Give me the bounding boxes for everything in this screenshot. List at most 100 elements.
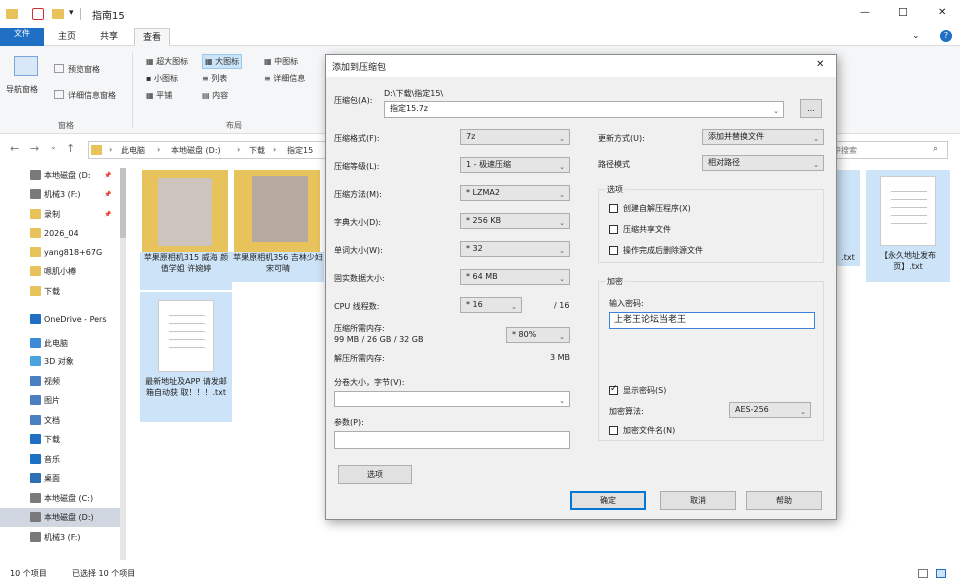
details-pane-button[interactable]: 详细信息窗格 bbox=[68, 90, 116, 101]
close-button[interactable]: ✕ bbox=[938, 7, 946, 18]
delete-checkbox[interactable] bbox=[609, 246, 618, 255]
layout-large[interactable]: ▦ 大图标 bbox=[202, 54, 243, 69]
sidebar-item[interactable]: OneDrive - Pers bbox=[0, 310, 120, 329]
nav-pane-button[interactable]: 导航窗格 bbox=[6, 84, 38, 95]
sfx-checkbox[interactable] bbox=[609, 204, 618, 213]
enc-method-select[interactable]: AES-256 ⌄ bbox=[729, 402, 811, 418]
folder-thumbnail[interactable] bbox=[142, 170, 228, 252]
sidebar-item[interactable]: 2026_04 bbox=[0, 224, 120, 243]
layout-small[interactable]: ▪ 小图标 bbox=[146, 73, 178, 84]
search-box[interactable]: 中搜索 ⌕ bbox=[828, 141, 948, 159]
sidebar-item[interactable]: 音乐 bbox=[0, 450, 120, 469]
archive-name-combo[interactable]: 指定15.7z ⌄ bbox=[384, 101, 784, 118]
help-icon[interactable]: ? bbox=[940, 30, 952, 42]
sidebar-item-label: 桌面 bbox=[44, 474, 60, 483]
folder-thumbnail[interactable] bbox=[234, 170, 320, 252]
mem-percent-value: * 80% bbox=[512, 330, 537, 339]
password-input[interactable]: 上老王论坛当老王 bbox=[609, 312, 815, 329]
sidebar-item-label: 机械3 (F:) bbox=[44, 190, 81, 199]
ok-button[interactable]: 确定 bbox=[570, 491, 646, 510]
file-label[interactable]: 苹果原相机315 威海 颜值学姐 许婉婷 bbox=[140, 252, 232, 290]
sidebar-scrollbar[interactable] bbox=[120, 168, 126, 560]
properties-icon[interactable] bbox=[32, 8, 44, 20]
large-icons-view-icon[interactable] bbox=[936, 569, 946, 578]
path-select[interactable]: 相对路径 ⌄ bbox=[702, 155, 824, 171]
help-button[interactable]: 帮助 bbox=[746, 491, 822, 510]
sidebar-item[interactable]: 3D 对象 bbox=[0, 352, 120, 371]
sidebar-item-icon bbox=[30, 247, 41, 257]
details-view-icon[interactable] bbox=[918, 569, 928, 578]
breadcrumb-this-pc[interactable]: 此电脑 bbox=[121, 145, 145, 156]
layout-content[interactable]: ▤ 内容 bbox=[202, 90, 228, 101]
tab-share[interactable]: 共享 bbox=[92, 28, 126, 46]
qat-dropdown-icon[interactable]: ▾ bbox=[69, 8, 74, 18]
cpu-select[interactable]: * 16 ⌄ bbox=[460, 297, 522, 313]
sidebar-item[interactable]: yang818+67G bbox=[0, 243, 120, 262]
shared-checkbox[interactable] bbox=[609, 225, 618, 234]
breadcrumb-downloads[interactable]: 下载 bbox=[249, 145, 265, 156]
maximize-button[interactable]: ☐ bbox=[898, 6, 908, 19]
item-count: 10 个项目 bbox=[10, 569, 47, 578]
recent-dropdown[interactable]: ⌄ bbox=[50, 142, 57, 151]
nav-pane-icon[interactable] bbox=[14, 56, 38, 76]
options-button[interactable]: 选项 bbox=[338, 465, 412, 484]
minimize-button[interactable]: — bbox=[860, 7, 870, 18]
tab-file[interactable]: 文件 bbox=[0, 28, 44, 46]
forward-button[interactable]: → bbox=[30, 142, 39, 155]
method-select[interactable]: * LZMA2 ⌄ bbox=[460, 185, 570, 201]
split-size-combo[interactable]: ⌄ bbox=[334, 391, 570, 407]
layout-medium[interactable]: ▦ 中图标 bbox=[264, 56, 298, 67]
browse-button[interactable]: ... bbox=[800, 99, 822, 118]
layout-list[interactable]: ≡ 列表 bbox=[202, 73, 227, 84]
txt-file[interactable]: .txt bbox=[836, 170, 860, 266]
level-select[interactable]: 1 - 极速压缩 ⌄ bbox=[460, 157, 570, 173]
breadcrumb-disk-d[interactable]: 本地磁盘 (D:) bbox=[171, 145, 221, 156]
address-box[interactable]: › 此电脑 › 本地磁盘 (D:) › 下载 › 指定15 bbox=[88, 141, 328, 159]
layout-details[interactable]: ≡ 详细信息 bbox=[264, 73, 305, 84]
pin-icon: 📌 bbox=[104, 191, 112, 198]
sidebar-item[interactable]: 图片 bbox=[0, 391, 120, 410]
sidebar-item[interactable]: 录制 📌 bbox=[0, 205, 120, 224]
new-folder-icon[interactable] bbox=[52, 9, 64, 19]
dict-select[interactable]: * 256 KB ⌄ bbox=[460, 213, 570, 229]
scrollbar-thumb[interactable] bbox=[120, 168, 126, 238]
cancel-button[interactable]: 取消 bbox=[660, 491, 736, 510]
sidebar-item[interactable]: 机械3 (F:) bbox=[0, 528, 120, 547]
format-select[interactable]: 7z ⌄ bbox=[460, 129, 570, 145]
ribbon-tabs: 文件 主页 共享 查看 ⌄ ? bbox=[0, 28, 960, 46]
params-input[interactable] bbox=[334, 431, 570, 449]
tab-home[interactable]: 主页 bbox=[50, 28, 84, 46]
photo-thumbnail bbox=[252, 176, 308, 242]
encrypt-names-checkbox[interactable] bbox=[609, 426, 618, 435]
sidebar-item[interactable]: 视频 bbox=[0, 372, 120, 391]
tab-view[interactable]: 查看 bbox=[134, 28, 171, 46]
up-button[interactable]: ↑ bbox=[66, 142, 75, 155]
solid-select[interactable]: * 64 MB ⌄ bbox=[460, 269, 570, 285]
sidebar-item[interactable]: 嗯肌小樽 bbox=[0, 262, 120, 281]
back-button[interactable]: ← bbox=[10, 142, 19, 155]
sidebar-item-icon bbox=[30, 473, 41, 483]
sidebar-item[interactable]: 本地磁盘 (C:) bbox=[0, 489, 120, 508]
breadcrumb-current[interactable]: 指定15 bbox=[287, 145, 313, 156]
sidebar-item[interactable]: 此电脑 bbox=[0, 334, 120, 353]
update-select[interactable]: 添加并替换文件 ⌄ bbox=[702, 129, 824, 145]
mem-percent-select[interactable]: * 80% ⌄ bbox=[506, 327, 570, 343]
sidebar-item[interactable]: 桌面 bbox=[0, 469, 120, 488]
file-label[interactable]: 苹果原相机356 吉林少妇 宋可晴 bbox=[232, 252, 324, 282]
dialog-close-button[interactable]: ✕ bbox=[816, 59, 824, 70]
layout-tiles[interactable]: ▦ 平铺 bbox=[146, 90, 172, 101]
collapse-ribbon-icon[interactable]: ⌄ bbox=[912, 31, 920, 41]
txt-file[interactable]: 最新地址及APP 请发邮箱自动获 取！！！.txt bbox=[140, 292, 232, 422]
txt-file[interactable]: 【永久地址发布 页】.txt bbox=[866, 170, 950, 282]
sidebar-item[interactable]: 机械3 (F:) 📌 bbox=[0, 185, 120, 204]
text-file-icon bbox=[158, 300, 214, 372]
show-password-checkbox[interactable] bbox=[609, 384, 618, 395]
sidebar-item[interactable]: 本地磁盘 (D:) bbox=[0, 508, 120, 527]
sidebar-item[interactable]: 下载 bbox=[0, 430, 120, 449]
preview-pane-button[interactable]: 预览窗格 bbox=[68, 64, 100, 75]
sidebar-item[interactable]: 本地磁盘 (D: 📌 bbox=[0, 166, 120, 185]
sidebar-item[interactable]: 文档 bbox=[0, 411, 120, 430]
sidebar-item[interactable]: 下载 bbox=[0, 282, 120, 301]
layout-extra-large[interactable]: ▦ 超大图标 bbox=[146, 56, 188, 67]
word-select[interactable]: * 32 ⌄ bbox=[460, 241, 570, 257]
